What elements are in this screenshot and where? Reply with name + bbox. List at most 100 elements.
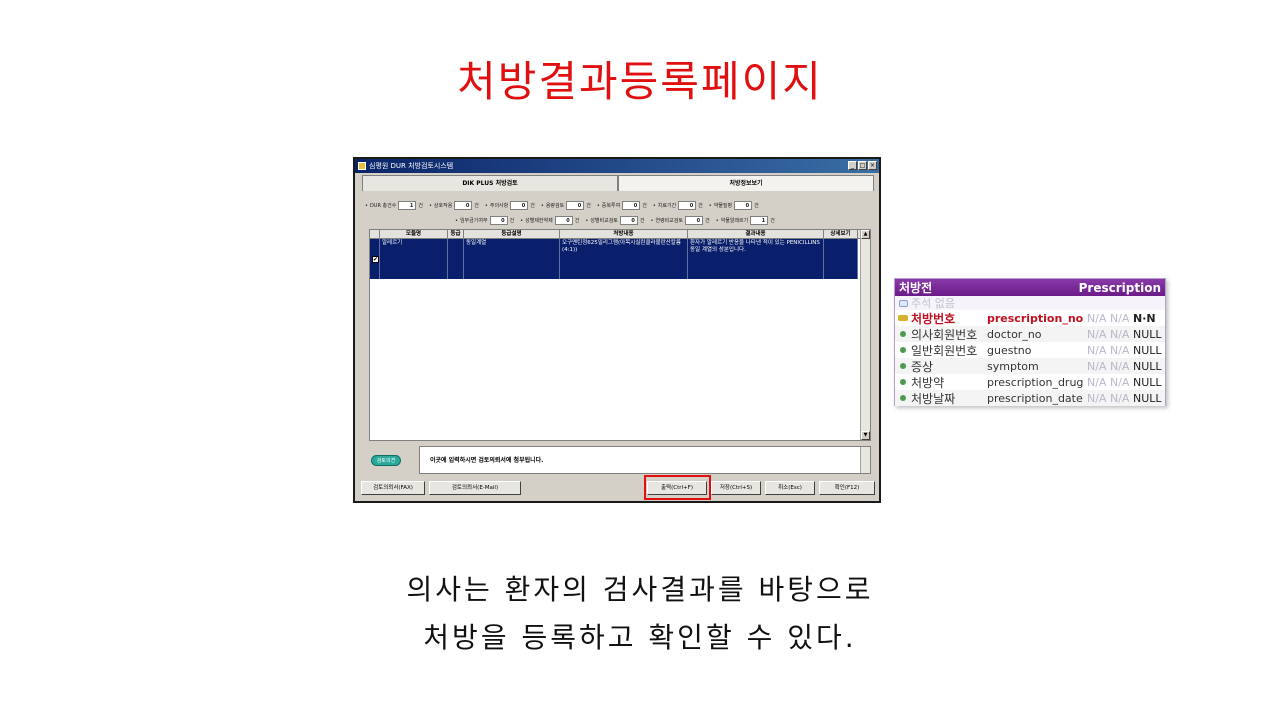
stat-unit: 건 bbox=[509, 218, 515, 224]
stat-unit: 건 bbox=[639, 218, 645, 224]
close-button[interactable]: × bbox=[868, 161, 877, 170]
column-dot-icon bbox=[895, 395, 911, 401]
review-opinion-input[interactable]: 이곳에 입력하시면 검토의뢰서에 첨부됩니다. bbox=[419, 446, 871, 474]
cell-result: 환자가 알레르기 반응을 나타낸 적이 있는 PENICILLINS 동일 계열… bbox=[688, 239, 824, 279]
grid-col-grade-desc[interactable]: 등급설명 bbox=[464, 230, 560, 238]
table-columns: 처방번호 prescription_no N/A N/A N·N 의사회원번호 docto… bbox=[895, 310, 1165, 406]
stat-count: 0 bbox=[619, 216, 638, 225]
grid-col-result[interactable]: 결과내용 bbox=[688, 230, 824, 238]
slide-title: 처방결과등록페이지 bbox=[457, 57, 823, 106]
column-dot-icon bbox=[895, 379, 911, 385]
stat-unit: 건 bbox=[754, 203, 759, 209]
bullet-icon: • bbox=[708, 202, 712, 209]
column-physical-name: guestno bbox=[987, 343, 1032, 357]
stat-count: 0 bbox=[678, 201, 697, 210]
row-checkbox[interactable]: ✔ bbox=[372, 256, 379, 263]
column-kr-name: 일반회원번호 bbox=[911, 343, 978, 358]
stat-count: 0 bbox=[510, 201, 529, 210]
column-kr-name: 처방날짜 bbox=[911, 391, 956, 406]
bullet-icon: • bbox=[585, 217, 589, 224]
stat-unit: 건 bbox=[418, 203, 423, 209]
column-domain: N/A N/A bbox=[1087, 327, 1130, 341]
tab-bar: DIK PLUS 처방검토 처방정보보기 bbox=[362, 175, 874, 191]
stat-unit: 건 bbox=[586, 203, 591, 209]
column-physical-name: prescription_date bbox=[987, 391, 1083, 405]
column-nullable: N·N bbox=[1133, 311, 1156, 325]
stat-label: 주의사항 bbox=[489, 203, 509, 209]
column-nullable: NULL bbox=[1133, 375, 1162, 389]
column-dot-icon bbox=[895, 347, 911, 353]
column-nullable: NULL bbox=[1133, 343, 1162, 357]
stat-unit: 건 bbox=[698, 203, 703, 209]
stat-label: 약물질병 bbox=[713, 203, 733, 209]
memo-scrollbar[interactable] bbox=[860, 447, 870, 473]
bullet-icon: • bbox=[652, 202, 656, 209]
review-request-fax-button[interactable]: 검토의뢰서(FAX) bbox=[361, 481, 425, 495]
confirm-button[interactable]: 확인(F12) bbox=[819, 481, 875, 495]
key-icon bbox=[895, 315, 911, 321]
bullet-icon: • bbox=[365, 202, 368, 209]
dur-window: 심평원 DUR 처방검토시스템 _ □ × DIK PLUS 처방검토 처방정보… bbox=[353, 157, 881, 503]
cancel-button[interactable]: 취소(Esc) bbox=[765, 481, 815, 495]
stat-count: 1 bbox=[398, 201, 417, 210]
stat-count: 0 bbox=[454, 201, 473, 210]
column-nullable: NULL bbox=[1133, 359, 1162, 373]
bullet-icon: • bbox=[715, 217, 719, 224]
minimize-button[interactable]: _ bbox=[848, 161, 857, 170]
cell-prescription: 오구멘틴정625밀리그램(아목시실린클라불란산칼륨(4:1)) bbox=[560, 239, 688, 279]
tab-prescription-info[interactable]: 처방정보보기 bbox=[618, 175, 874, 191]
stat-unit: 건 bbox=[642, 203, 647, 209]
column-kr-name: 증상 bbox=[911, 359, 934, 374]
bullet-icon: • bbox=[455, 217, 458, 224]
maximize-button[interactable]: □ bbox=[858, 161, 867, 170]
table-note: 주석 없음 bbox=[895, 296, 1165, 310]
stat-count: 0 bbox=[554, 216, 573, 225]
column-physical-name: prescription_no bbox=[987, 311, 1084, 325]
table-column-row: 일반회원번호 guestno N/A N/A NULL bbox=[895, 342, 1165, 358]
stat-item: • 상호작용 0 건 bbox=[429, 201, 479, 210]
stat-label: 중복투여 bbox=[601, 203, 621, 209]
table-column-row: 처방날짜 prescription_date N/A N/A NULL bbox=[895, 390, 1165, 406]
scroll-up-icon[interactable]: ▲ bbox=[861, 230, 870, 239]
stats-row: • DUR 총건수 1 건 • 상호작용 0 건 • 주의사항 0 건 • 용량검토 0 건 • 중복투여 0 건 • 치… bbox=[365, 199, 875, 212]
stat-label: 용량검토 bbox=[545, 203, 565, 209]
grid-scrollbar[interactable]: ▲ ▼ bbox=[860, 230, 870, 440]
grid-col-grade[interactable]: 등급 bbox=[448, 230, 464, 238]
stat-item: • 약물알레르기 1 건 bbox=[716, 216, 775, 225]
stat-label: DUR 총건수 bbox=[369, 203, 397, 209]
column-domain: N/A N/A bbox=[1087, 375, 1130, 389]
table-column-row: 증상 symptom N/A N/A NULL bbox=[895, 358, 1165, 374]
cell-grade bbox=[448, 239, 464, 279]
tab-dik-plus-review[interactable]: DIK PLUS 처방검토 bbox=[362, 175, 618, 191]
caption-line-1: 의사는 환자의 검사결과를 바탕으로 bbox=[406, 573, 874, 606]
column-domain: N/A N/A bbox=[1087, 391, 1130, 405]
grid-col-module[interactable]: 모듈명 bbox=[380, 230, 448, 238]
window-titlebar: 심평원 DUR 처방검토시스템 _ □ × bbox=[355, 159, 879, 173]
review-request-email-button[interactable]: 검토의뢰서(E-Mail) bbox=[429, 481, 521, 495]
stat-item: • 성별제한약제 0 건 bbox=[520, 216, 579, 225]
stat-label: 치료기간 bbox=[657, 203, 677, 209]
stat-count: 0 bbox=[566, 201, 585, 210]
grid-header: 모듈명 등급 등급설명 처방내용 결과내용 상세보기 bbox=[370, 230, 870, 239]
prescription-table-card: 처방전 Prescription 주석 없음 처방번호 prescription_… bbox=[894, 278, 1166, 406]
column-domain: N/A N/A bbox=[1087, 359, 1130, 373]
bullet-icon: • bbox=[596, 202, 600, 209]
stat-label: 성별비교검토 bbox=[590, 218, 618, 224]
stat-label: 성별제한약제 bbox=[525, 218, 553, 224]
cell-detail[interactable] bbox=[824, 239, 858, 279]
table-row[interactable]: ✔ 알레르기 동일계열 오구멘틴정625밀리그램(아목시실린클라불란산칼륨(4:… bbox=[370, 239, 858, 279]
table-column-row: 처방약 prescription_drug N/A N/A NULL bbox=[895, 374, 1165, 390]
stat-count: 1 bbox=[750, 216, 769, 225]
stat-unit: 건 bbox=[770, 218, 775, 224]
review-opinion-button[interactable]: 검토의견 bbox=[371, 455, 401, 466]
stat-label: 연령비교검토 bbox=[655, 218, 684, 224]
stats-row: • 임부금기여부 0 건 • 성별제한약제 0 건 • 성별비교검토 0 건 • 연령비교검토 0 건 • 약물알… bbox=[365, 214, 875, 227]
save-button[interactable]: 저장(Ctrl+S) bbox=[711, 481, 761, 495]
table-card-header: 처방전 Prescription bbox=[895, 279, 1165, 296]
scroll-down-icon[interactable]: ▼ bbox=[861, 431, 870, 440]
grid-col-detail[interactable]: 상세보기 bbox=[824, 230, 858, 238]
stat-unit: 건 bbox=[574, 218, 580, 224]
grid-col-prescription[interactable]: 처방내용 bbox=[560, 230, 688, 238]
stat-unit: 건 bbox=[474, 203, 479, 209]
stat-count: 0 bbox=[734, 201, 753, 210]
